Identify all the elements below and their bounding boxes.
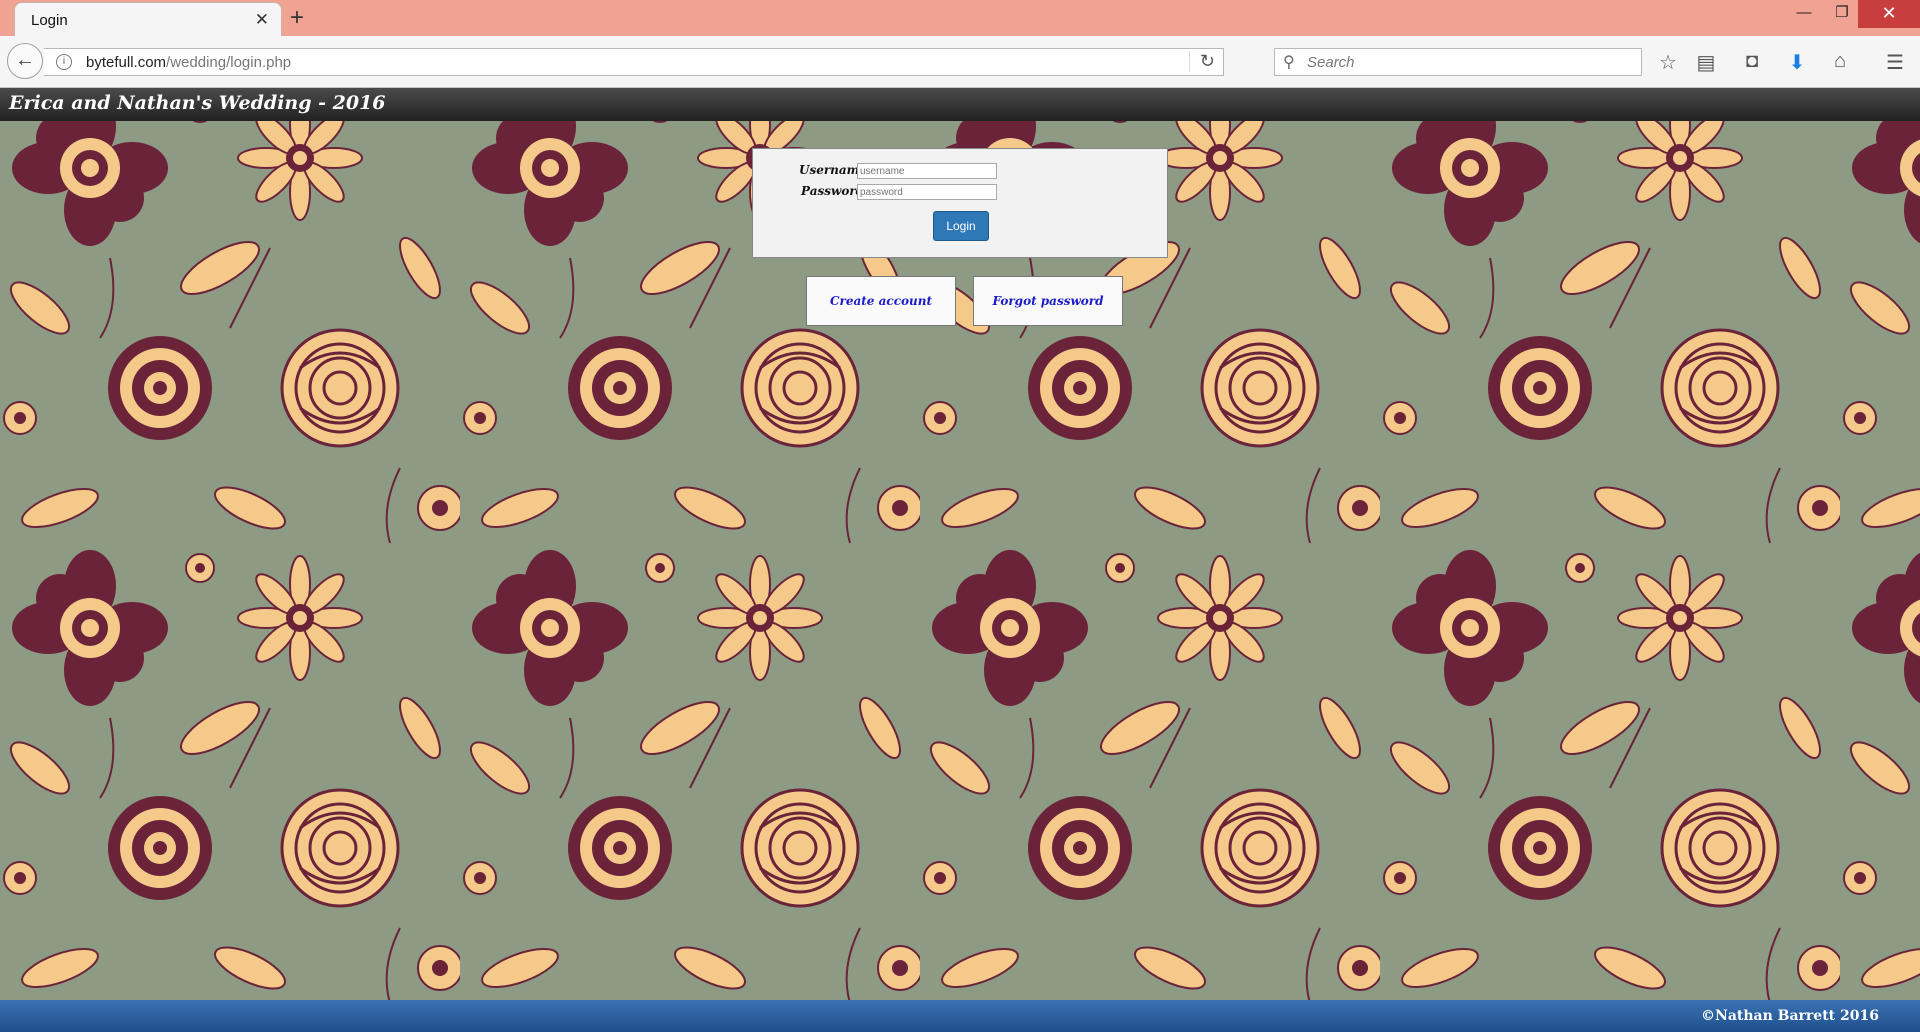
search-icon: ⚲ bbox=[1283, 54, 1295, 71]
browser-titlebar: Login ✕ + — ❐ ✕ bbox=[0, 0, 1920, 36]
url-text[interactable]: bytefull.com/wedding/login.php bbox=[86, 54, 291, 71]
search-bar[interactable]: ⚲ Search bbox=[1274, 48, 1642, 76]
reading-list-icon[interactable]: ▤ bbox=[1693, 50, 1719, 75]
info-icon[interactable]: i bbox=[56, 54, 72, 70]
back-button[interactable]: ← bbox=[7, 43, 43, 79]
bookmark-star-icon[interactable]: ☆ bbox=[1655, 50, 1681, 75]
window-close-button[interactable]: ✕ bbox=[1858, 0, 1920, 28]
url-domain: bytefull.com bbox=[86, 54, 167, 71]
pocket-icon[interactable]: ◘ bbox=[1739, 50, 1765, 73]
tab-title: Login bbox=[31, 12, 68, 29]
password-input[interactable] bbox=[857, 184, 997, 200]
browser-navbar: ← i bytefull.com/wedding/login.php ↻ ⚲ S… bbox=[0, 36, 1920, 88]
login-form: Username Password Login bbox=[752, 148, 1168, 258]
back-arrow-icon: ← bbox=[15, 49, 35, 71]
footer-copyright: ©Nathan Barrett 2016 bbox=[1701, 1008, 1879, 1024]
site-title: Erica and Nathan's Wedding - 2016 bbox=[9, 92, 386, 114]
search-placeholder: Search bbox=[1307, 54, 1355, 71]
password-label: Password bbox=[801, 184, 865, 198]
address-bar[interactable]: i bytefull.com/wedding/login.php ↻ bbox=[44, 48, 1224, 76]
site-header: Erica and Nathan's Wedding - 2016 bbox=[0, 88, 1920, 121]
tab-close-icon[interactable]: ✕ bbox=[255, 10, 269, 30]
login-button[interactable]: Login bbox=[933, 211, 989, 241]
page-content: Erica and Nathan's Wedding - 2016 Userna… bbox=[0, 88, 1920, 1000]
create-account-link[interactable]: Create account bbox=[806, 276, 956, 326]
reload-icon[interactable]: ↻ bbox=[1188, 51, 1215, 72]
url-path: /wedding/login.php bbox=[166, 54, 292, 71]
menu-icon[interactable]: ☰ bbox=[1882, 50, 1908, 75]
browser-tab[interactable]: Login ✕ bbox=[14, 2, 282, 36]
forgot-password-link[interactable]: Forgot password bbox=[973, 276, 1123, 326]
new-tab-button[interactable]: + bbox=[290, 4, 304, 32]
site-footer: ©Nathan Barrett 2016 bbox=[0, 1000, 1920, 1032]
downloads-icon[interactable]: ⬇ bbox=[1784, 50, 1810, 75]
home-icon[interactable]: ⌂ bbox=[1827, 50, 1853, 73]
username-input[interactable] bbox=[857, 163, 997, 179]
